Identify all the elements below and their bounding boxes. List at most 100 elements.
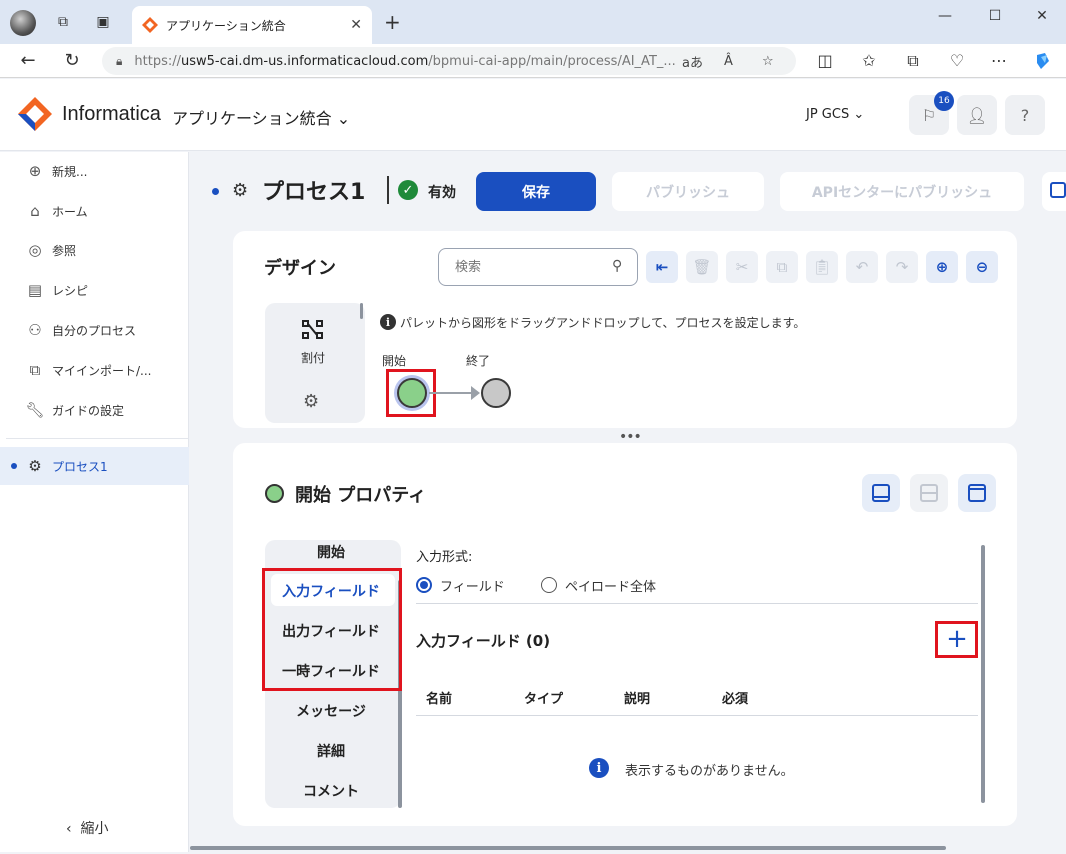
radio-fields[interactable] [416, 577, 432, 593]
palette-scrollbar[interactable] [360, 303, 363, 319]
column-header-description[interactable]: 説明 [624, 688, 650, 707]
sidebar-item-home[interactable]: ⌂ ホーム [0, 192, 189, 230]
brand-name: Informatica [62, 103, 161, 125]
radio-fields-label[interactable]: フィールド [440, 576, 505, 595]
design-search-input[interactable] [438, 248, 638, 286]
empty-state-message: 表示するものがありません。 [625, 764, 794, 779]
paste-tool-icon[interactable]: 📋︎ [806, 251, 838, 283]
radio-whole-payload[interactable] [541, 577, 557, 593]
zoom-in-icon[interactable]: ⊕ [926, 251, 958, 283]
panel-split-icon [920, 484, 938, 502]
properties-title: 開始 プロパティ [295, 485, 427, 506]
help-icon[interactable]: ? [1005, 95, 1045, 135]
input-format-label: 入力形式: [416, 550, 473, 565]
add-field-plus-icon[interactable]: + [941, 624, 973, 654]
sidebar-item-my-process[interactable]: ⚇ 自分のプロセス [0, 311, 189, 349]
sidebar-item-new[interactable]: ⊕ 新規... [0, 152, 189, 190]
window-close-icon[interactable]: ✕ [1022, 8, 1062, 24]
favorite-star-icon[interactable]: ☆ [762, 54, 774, 69]
sidebar-item-my-import[interactable]: ⧉ マイインポート/... [0, 351, 189, 389]
read-aloud-icon[interactable]: Â [724, 54, 733, 69]
close-tab-icon[interactable]: ✕ [350, 17, 362, 33]
publish-button[interactable]: パブリッシュ [612, 172, 764, 211]
user-profile-icon[interactable]: 👤︎ [957, 95, 997, 135]
layout-split-button[interactable] [910, 474, 948, 512]
search-icon[interactable]: ⚲ [612, 258, 622, 274]
recipe-icon: ▤ [27, 281, 43, 299]
back-arrow-icon[interactable]: ← [16, 50, 40, 71]
address-toolbar: ← ↻ 🔒︎ https://usw5-cai.dm-us.informatic… [0, 44, 1066, 78]
app-header: Informatica アプリケーション統合 ⌄ JP GCS ⌄ ⚐ 👤︎ ? [0, 79, 1066, 151]
column-header-type[interactable]: タイプ [524, 688, 563, 707]
profile-avatar[interactable] [10, 10, 36, 36]
layout-bottom-button[interactable] [862, 474, 900, 512]
wrench-icon: 🔧︎ [25, 401, 45, 419]
column-header-name[interactable]: 名前 [426, 688, 452, 707]
tab-title: アプリケーション統合 [166, 18, 286, 33]
tab-messages[interactable]: メッセージ [265, 701, 397, 721]
collapse-button[interactable]: ‹ 縮小 [66, 818, 109, 838]
copy-tool-icon[interactable]: ⧉ [766, 251, 798, 283]
tab-actions-icon[interactable]: ▣ [90, 10, 116, 34]
panel-top-icon [968, 484, 986, 502]
sidebar-divider [6, 438, 189, 439]
chevron-left-icon: ‹ [66, 821, 72, 837]
org-switcher[interactable]: JP GCS ⌄ [806, 107, 864, 122]
highlight-box [262, 568, 402, 691]
flow-connector [429, 392, 473, 394]
sidebar-item-guide[interactable]: 🔧︎ ガイドの設定 [0, 391, 189, 429]
panel-bottom-icon [872, 484, 890, 502]
layout-top-button[interactable] [958, 474, 996, 512]
radio-payload-label[interactable]: ペイロード全体 [565, 576, 656, 595]
end-node[interactable] [481, 378, 511, 408]
column-header-required[interactable]: 必須 [722, 688, 748, 707]
split-screen-icon[interactable]: ◫ [814, 51, 836, 70]
status-label: 有効 [428, 185, 456, 201]
app-switcher[interactable]: アプリケーション統合 ⌄ [172, 105, 350, 129]
sidebar-item-recipe[interactable]: ▤ レシピ [0, 271, 189, 309]
delete-tool-icon[interactable]: 🗑︎ [686, 251, 718, 283]
favorites-icon[interactable]: ✩ [858, 51, 880, 70]
sidebar-item-open-process[interactable]: ⚙ プロセス1 [0, 447, 189, 485]
unsaved-indicator-dot [212, 188, 219, 195]
browser-essentials-icon[interactable]: ♡ [946, 51, 968, 70]
tab-start[interactable]: 開始 [265, 542, 397, 562]
undo-tool-icon[interactable]: ↶ [846, 251, 878, 283]
redo-tool-icon[interactable]: ↷ [886, 251, 918, 283]
plus-icon: ⊕ [28, 162, 42, 180]
browser-tab[interactable]: アプリケーション統合 ✕ [132, 6, 372, 44]
maximize-icon[interactable]: ☐ [975, 8, 1015, 24]
workspaces-icon[interactable]: ⧉ [50, 10, 76, 34]
sidebar-item-explore[interactable]: ◎ 参照 [0, 231, 189, 269]
save-button[interactable]: 保存 [476, 172, 596, 211]
collections-icon[interactable]: ⧉ [902, 51, 924, 71]
assignment-shape-icon[interactable] [301, 319, 325, 346]
url-field[interactable]: 🔒︎ https://usw5-cai.dm-us.informaticaclo… [102, 47, 796, 75]
collapse-label: 縮小 [80, 821, 109, 837]
publish-api-center-button[interactable]: APIセンターにパブリッシュ [780, 172, 1024, 211]
refresh-icon[interactable]: ↻ [60, 50, 84, 71]
minimize-icon[interactable]: — [925, 8, 965, 24]
checkbox-icon [1050, 182, 1066, 198]
lock-icon: 🔒︎ [116, 53, 123, 68]
reader-mode-icon[interactable]: aあ [682, 52, 703, 71]
new-tab-icon[interactable]: + [384, 10, 401, 34]
copilot-icon[interactable] [1032, 51, 1054, 75]
properties-scrollbar[interactable] [981, 545, 985, 803]
start-node-label: 開始 [382, 354, 407, 368]
more-menu-icon[interactable]: ⋯ [988, 51, 1010, 70]
zoom-out-icon[interactable]: ⊖ [966, 251, 998, 283]
informatica-logo [18, 97, 52, 131]
browser-tab-bar: ⧉ ▣ アプリケーション統合 ✕ + — ☐ ✕ [0, 0, 1066, 44]
start-node[interactable] [397, 378, 427, 408]
info-icon: i [589, 758, 609, 778]
tab-advanced[interactable]: 詳細 [265, 741, 397, 761]
service-shape-icon[interactable]: ⚙ [303, 391, 319, 412]
info-icon: i [380, 314, 396, 330]
cut-tool-icon[interactable]: ✂ [726, 251, 758, 283]
horizontal-scrollbar[interactable] [190, 846, 946, 850]
more-actions-button[interactable] [1042, 172, 1066, 211]
informatica-favicon [142, 17, 158, 33]
align-left-tool-icon[interactable]: ⇤ [646, 251, 678, 283]
tab-comments[interactable]: コメント [265, 781, 397, 801]
